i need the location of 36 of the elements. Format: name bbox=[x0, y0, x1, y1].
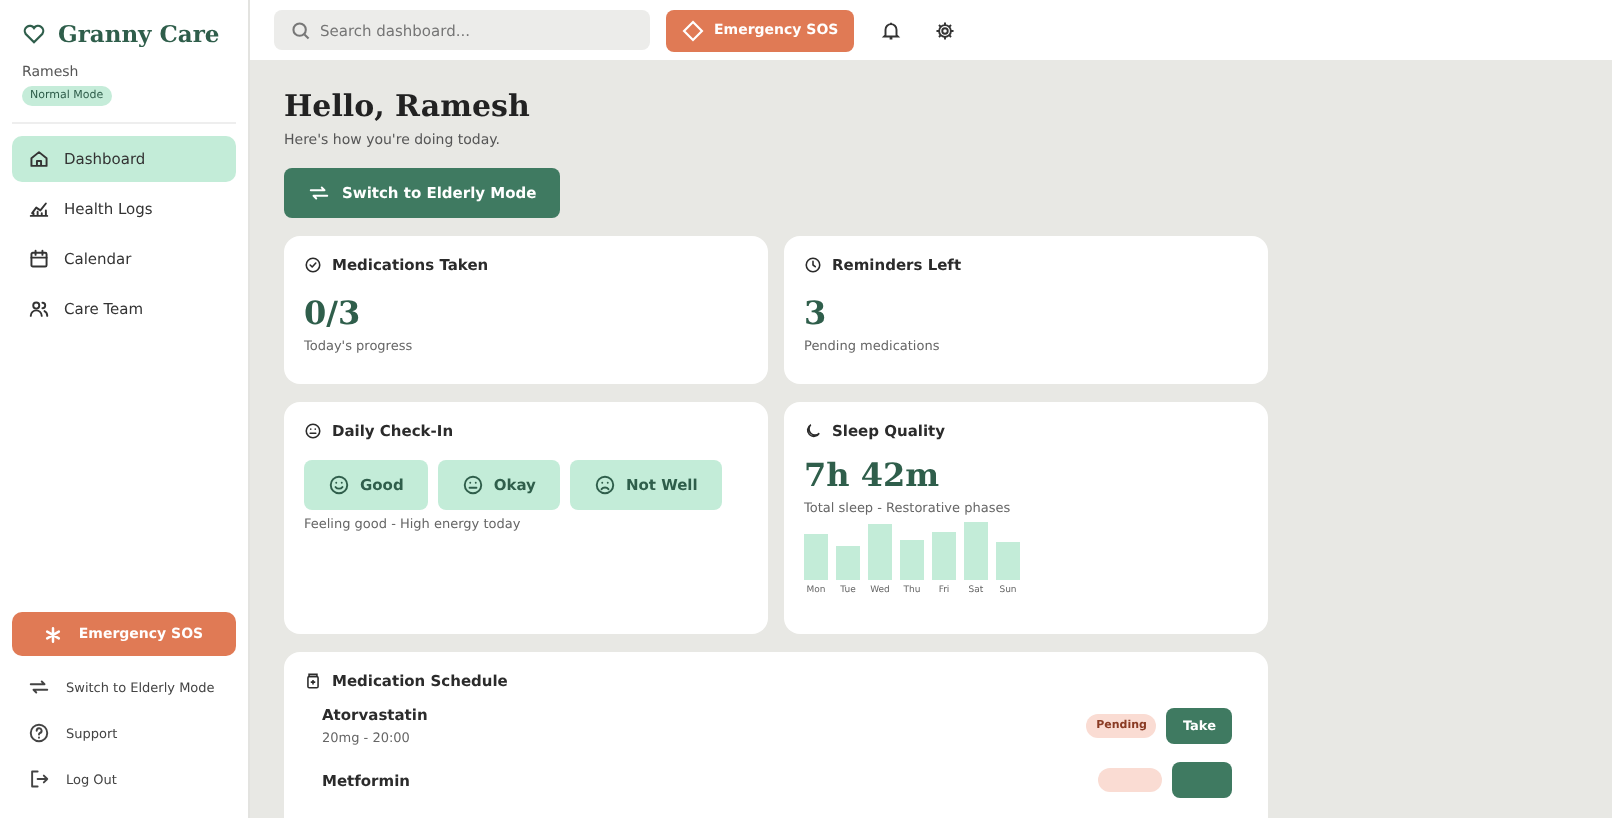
home-icon bbox=[28, 148, 50, 170]
logout-icon bbox=[28, 768, 50, 790]
face-icon bbox=[461, 474, 484, 496]
greeting-title: Hello, Ramesh bbox=[284, 88, 532, 124]
heart-icon bbox=[22, 22, 46, 46]
stat-value: 0/3 bbox=[304, 294, 363, 332]
help-icon bbox=[28, 722, 50, 744]
sleep-bar bbox=[996, 542, 1020, 580]
sleep-bar bbox=[836, 546, 860, 580]
sleep-bar bbox=[964, 522, 988, 580]
sleep-bar bbox=[804, 534, 828, 580]
face-icon bbox=[328, 474, 350, 496]
sleep-value: 7h 42m bbox=[804, 456, 942, 494]
pill-bottle-icon bbox=[304, 672, 322, 690]
clock-icon bbox=[804, 256, 822, 274]
status-badge bbox=[1098, 768, 1162, 792]
bell-icon bbox=[880, 19, 903, 41]
swap-icon bbox=[28, 676, 50, 698]
people-icon bbox=[28, 298, 50, 320]
take-button[interactable] bbox=[1172, 762, 1232, 798]
stat-value: 3 bbox=[804, 294, 829, 332]
asterisk-icon bbox=[44, 625, 63, 643]
calendar-icon bbox=[28, 248, 50, 270]
moon-icon bbox=[804, 422, 822, 440]
swap-icon bbox=[308, 182, 330, 204]
diamond-icon bbox=[682, 19, 704, 41]
sleep-bar bbox=[932, 532, 956, 580]
app-name: Granny Care bbox=[58, 20, 220, 48]
settings-icon bbox=[934, 19, 957, 41]
check-icon bbox=[304, 256, 322, 274]
sleep-bar bbox=[900, 540, 924, 580]
face-icon bbox=[593, 474, 616, 496]
smiley-icon bbox=[304, 422, 322, 440]
sleep-bar bbox=[868, 524, 892, 580]
chart-icon bbox=[28, 198, 50, 220]
search-icon bbox=[290, 19, 312, 41]
